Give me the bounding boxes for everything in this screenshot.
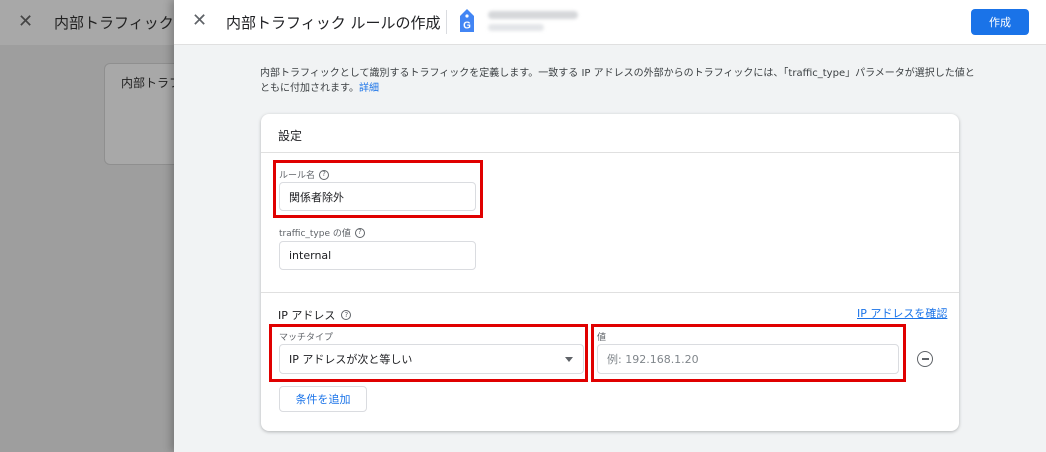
rule-name-label-text: ルール名 (279, 171, 316, 181)
rule-name-input[interactable]: 関係者除外 (279, 182, 476, 211)
ip-address-title: IP アドレス (278, 309, 336, 322)
ip-value-placeholder: 例: 192.168.1.20 (607, 353, 699, 366)
account-name-redacted (488, 11, 578, 19)
match-type-value: IP アドレスが次と等しい (289, 353, 413, 366)
traffic-type-help-icon[interactable]: ? (354, 227, 365, 238)
settings-divider (261, 152, 959, 153)
analytics-icon-letter: G (463, 21, 471, 32)
background-card-text: 内部トラフィ (121, 76, 175, 90)
page-title: 内部トラフィック ルールの作成 (226, 14, 441, 32)
ip-address-help-icon[interactable]: ? (341, 310, 352, 320)
ip-value-input[interactable]: 例: 192.168.1.20 (597, 344, 899, 374)
settings-title: 設定 (278, 129, 303, 143)
dropdown-arrow-icon (565, 356, 573, 362)
close-icon[interactable]: ✕ (192, 12, 207, 30)
background-close-icon: ✕ (18, 11, 34, 32)
traffic-type-input[interactable]: internal (279, 241, 476, 270)
ip-section-divider (261, 292, 959, 293)
title-divider (446, 10, 447, 34)
add-condition-button[interactable]: 条件を追加 (279, 386, 367, 412)
rule-name-help-icon[interactable]: ? (319, 169, 330, 180)
traffic-type-value: internal (289, 249, 332, 262)
traffic-type-label-text: traffic_type の値 (279, 229, 351, 239)
analytics-property-icon: G (460, 9, 474, 32)
background-title: 内部トラフィックの (54, 14, 174, 32)
match-type-label: マッチタイプ (279, 333, 334, 343)
settings-card: 設定 ルール名 ? 関係者除外 traffic_type の値 ? intern… (261, 114, 959, 431)
check-ip-link[interactable]: IP アドレスを確認 (857, 305, 947, 321)
traffic-type-label: traffic_type の値 ? (279, 226, 365, 239)
match-type-select[interactable]: IP アドレスが次と等しい (279, 344, 584, 374)
ip-value-label: 値 (597, 333, 607, 343)
ip-address-heading: IP アドレス ? (278, 307, 352, 323)
details-link[interactable]: 詳細 (359, 83, 379, 94)
rule-name-label: ルール名 ? (279, 168, 330, 181)
account-id-redacted (488, 24, 544, 31)
description: 内部トラフィックとして識別するトラフィックを定義します。一致する IP アドレス… (260, 66, 980, 96)
panel-header: ✕ 内部トラフィック ルールの作成 G 作成 (174, 0, 1046, 45)
create-button[interactable]: 作成 (971, 9, 1029, 35)
remove-condition-icon[interactable] (917, 351, 933, 367)
rule-name-value: 関係者除外 (289, 190, 344, 204)
create-rule-panel: ✕ 内部トラフィック ルールの作成 G 作成 内部トラフィックとして識別するトラ… (174, 0, 1046, 452)
